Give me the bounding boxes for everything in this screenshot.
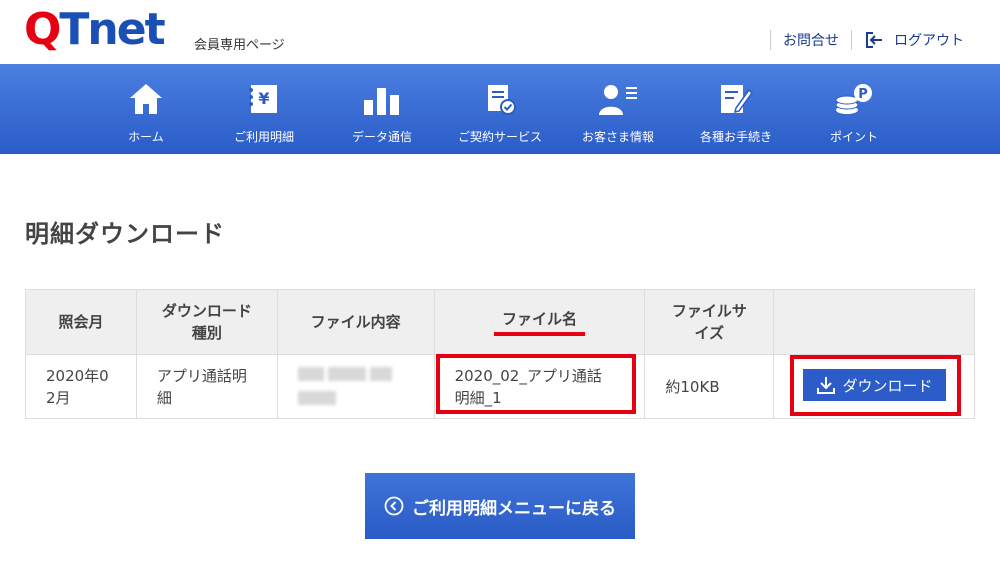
redacted-text bbox=[297, 366, 324, 381]
back-to-usage-menu-button[interactable]: ご利用明細メニューに戻る bbox=[365, 473, 635, 539]
nav-item-home[interactable]: ホーム bbox=[87, 64, 205, 154]
header-file-name: ファイル名 bbox=[433, 289, 646, 355]
nav-label: お客さま情報 bbox=[581, 130, 654, 144]
nav-item-usage-statement[interactable]: ¥ ご利用明細 bbox=[205, 64, 323, 154]
header-file-size: ファイルサ イズ bbox=[644, 289, 775, 355]
member-page-label: 会員専用ページ bbox=[194, 38, 285, 53]
header-file-content: ファイル内容 bbox=[276, 289, 435, 355]
nav-item-contract[interactable]: ご契約サービス bbox=[441, 64, 559, 154]
svg-text:P: P bbox=[858, 87, 868, 102]
points-coin-icon: P bbox=[834, 80, 874, 118]
header-action bbox=[773, 289, 975, 355]
redacted-text bbox=[327, 366, 366, 381]
redacted-text bbox=[297, 390, 336, 405]
nav-label: 各種お手続き bbox=[699, 130, 772, 144]
form-edit-icon bbox=[716, 80, 756, 118]
header-inquiry-month: 照会月 bbox=[25, 289, 137, 355]
nav-label: ホーム bbox=[128, 130, 164, 144]
header-links: お問合せ ログアウト bbox=[770, 30, 976, 50]
table-header-row: 照会月 ダウンロード 種別 ファイル内容 ファイル名 ファイルサ イズ bbox=[25, 289, 975, 355]
bar-chart-icon bbox=[362, 80, 402, 118]
site-header: QTnet 会員専用ページ お問合せ ログアウト bbox=[0, 0, 1000, 64]
nav-item-points[interactable]: P ポイント bbox=[795, 64, 913, 154]
logout-icon bbox=[866, 32, 882, 48]
nav-item-customer-info[interactable]: お客さま情報 bbox=[559, 64, 677, 154]
main-nav: ホーム ¥ ご利用明細 データ通信 ご契約サービス お客さま情報 各種お手続き … bbox=[0, 64, 1000, 154]
cell-file-size: 約10KB bbox=[644, 354, 775, 419]
nav-item-data[interactable]: データ通信 bbox=[323, 64, 441, 154]
download-label: ダウンロード bbox=[842, 377, 933, 395]
back-button-label: ご利用明細メニューに戻る bbox=[412, 498, 616, 518]
cell-month: 2020年0 2月 bbox=[25, 354, 137, 419]
cell-type: アプリ通話明細 bbox=[135, 354, 278, 419]
home-icon bbox=[126, 80, 166, 118]
page-title: 明細ダウンロード bbox=[25, 220, 225, 248]
usage-statement-icon: ¥ bbox=[244, 80, 284, 118]
nav-label: データ通信 bbox=[351, 130, 412, 144]
nav-label: ポイント bbox=[829, 130, 878, 144]
logo-text: QTnet bbox=[24, 4, 166, 55]
user-info-icon bbox=[598, 80, 638, 118]
contract-document-icon bbox=[480, 80, 520, 118]
header-underline: ファイル名 bbox=[493, 308, 585, 336]
contact-label: お問合せ bbox=[783, 33, 839, 49]
svg-text:¥: ¥ bbox=[258, 89, 269, 108]
header-download-type: ダウンロード 種別 bbox=[135, 289, 278, 355]
nav-label: ご契約サービス bbox=[457, 130, 542, 144]
filename-highlight-box bbox=[436, 354, 636, 414]
cell-file-content-redacted bbox=[276, 354, 435, 419]
nav-item-procedures[interactable]: 各種お手続き bbox=[677, 64, 795, 154]
logout-link[interactable]: ログアウト bbox=[852, 30, 976, 50]
qtnet-logo[interactable]: QTnet bbox=[24, 4, 166, 55]
download-icon bbox=[817, 377, 836, 394]
contact-link[interactable]: お問合せ bbox=[771, 30, 851, 50]
download-button[interactable]: ダウンロード bbox=[803, 369, 946, 401]
redacted-text bbox=[369, 366, 392, 381]
nav-label: ご利用明細 bbox=[233, 130, 294, 144]
chevron-left-circle-icon bbox=[384, 496, 404, 516]
logout-label: ログアウト bbox=[894, 33, 964, 49]
